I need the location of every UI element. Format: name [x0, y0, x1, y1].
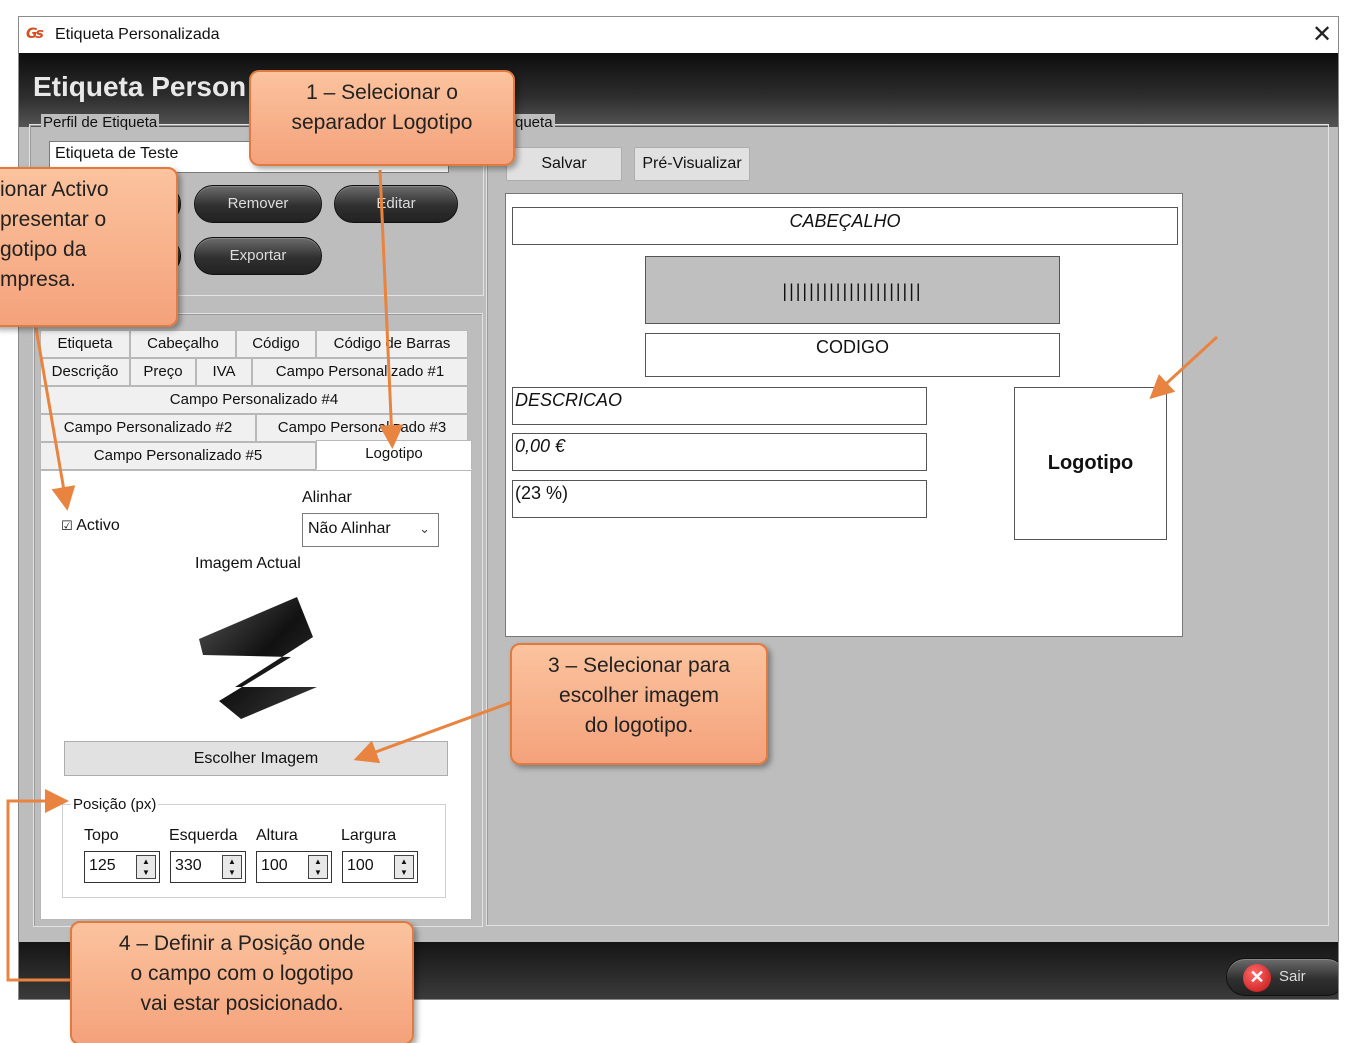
top-label: Topo	[84, 827, 119, 844]
app-window: Gs Etiqueta Personalizada ✕ Etiqueta Per…	[18, 16, 1339, 1000]
callout-3-line-2: escolher imagem	[559, 684, 719, 707]
active-checkbox[interactable]: ☑ Activo	[61, 517, 120, 535]
callout-4-line-3: vai estar posicionado.	[140, 992, 344, 1015]
callout-3-line-1: 3 – Selecionar para	[547, 654, 731, 677]
left-stepper[interactable]: 330 ▲ ▼	[170, 851, 246, 883]
label-group-label: queta	[513, 114, 555, 131]
callout-4-line-1: 4 – Definir a Posição onde	[118, 932, 366, 955]
callout-2-line-3: gotipo da	[0, 238, 87, 261]
edit-button[interactable]: Editar	[334, 185, 458, 223]
align-select[interactable]: Não Alinhar ⌄	[302, 513, 439, 547]
width-value: 100	[347, 857, 374, 874]
close-icon[interactable]: ✕	[1308, 21, 1336, 49]
top-stepper[interactable]: 125 ▲ ▼	[84, 851, 160, 883]
choose-image-button[interactable]: Escolher Imagem	[64, 741, 448, 776]
spin-arrows-icon[interactable]: ▲ ▼	[308, 855, 328, 879]
tab-campo-personalizado-1[interactable]: Campo Personalizado #1	[252, 358, 468, 386]
preview-barcode[interactable]: |||||||||||||||||||||	[645, 256, 1060, 324]
callout-2-line-2: presentar o	[0, 208, 107, 231]
current-image-label: Imagem Actual	[195, 555, 301, 572]
close-icon: ✕	[1243, 964, 1271, 992]
label-preview: CABEÇALHO ||||||||||||||||||||| CODIGO D…	[505, 193, 1183, 637]
position-group-label: Posição (px)	[71, 796, 159, 813]
align-select-value: Não Alinhar	[308, 520, 391, 537]
width-label: Largura	[341, 827, 397, 844]
checkbox-checked-icon: ☑	[61, 519, 73, 534]
callout-2: ionar Activo presentar o gotipo da mpres…	[0, 167, 178, 327]
save-button[interactable]: Salvar	[506, 147, 622, 181]
callout-2-line-1: ionar Activo	[0, 178, 109, 201]
tab-logotipo[interactable]: Logotipo	[316, 440, 472, 470]
preview-button[interactable]: Pré-Visualizar	[634, 147, 750, 181]
callout-4: 4 – Definir a Posição onde o campo com o…	[70, 921, 414, 1043]
preview-price[interactable]: 0,00 €	[512, 433, 927, 471]
tab-campo-personalizado-5[interactable]: Campo Personalizado #5	[40, 442, 316, 470]
callout-1-line-1: 1 – Selecionar o	[306, 81, 458, 104]
window-title: Etiqueta Personalizada	[55, 26, 220, 43]
preview-code[interactable]: CODIGO	[645, 333, 1060, 377]
preview-vat[interactable]: (23 %)	[512, 480, 927, 518]
current-logo-image	[199, 597, 317, 719]
callout-2-line-4: mpresa.	[0, 268, 76, 291]
height-label: Altura	[256, 827, 298, 844]
tab-campo-personalizado-3[interactable]: Campo Personalizado #3	[256, 414, 468, 442]
app-logo-icon: Gs	[26, 26, 44, 42]
tab-descricao[interactable]: Descrição	[40, 358, 130, 386]
tab-etiqueta[interactable]: Etiqueta	[40, 330, 130, 358]
left-label: Esquerda	[169, 827, 238, 844]
callout-1: 1 – Selecionar o separador Logotipo	[249, 70, 515, 166]
tab-codigo-de-barras[interactable]: Código de Barras	[316, 330, 468, 358]
remove-button[interactable]: Remover	[194, 185, 322, 223]
spin-arrows-icon[interactable]: ▲ ▼	[136, 855, 156, 879]
callout-3-line-3: do logotipo.	[584, 714, 694, 737]
exit-button[interactable]: ✕ Sair	[1226, 958, 1338, 996]
chevron-down-icon: ⌄	[419, 521, 430, 536]
exit-label: Sair	[1279, 968, 1306, 985]
height-value: 100	[261, 857, 288, 874]
tab-codigo[interactable]: Código	[236, 330, 316, 358]
callout-1-line-2: separador Logotipo	[291, 111, 473, 134]
tab-campo-personalizado-4[interactable]: Campo Personalizado #4	[40, 386, 468, 414]
tab-iva[interactable]: IVA	[196, 358, 252, 386]
active-checkbox-label: Activo	[76, 517, 120, 534]
title-bar: Gs Etiqueta Personalizada ✕	[19, 17, 1338, 53]
align-label: Alinhar	[302, 489, 352, 506]
preview-logo[interactable]: Logotipo	[1014, 387, 1167, 540]
profile-group-label: Perfil de Etiqueta	[41, 114, 160, 131]
spin-arrows-icon[interactable]: ▲ ▼	[394, 855, 414, 879]
callout-4-line-2: o campo com o logotipo	[130, 962, 354, 985]
tab-campo-personalizado-2[interactable]: Campo Personalizado #2	[40, 414, 256, 442]
callout-3: 3 – Selecionar para escolher imagem do l…	[510, 643, 768, 765]
height-stepper[interactable]: 100 ▲ ▼	[256, 851, 332, 883]
export-button[interactable]: Exportar	[194, 237, 322, 275]
preview-description[interactable]: DESCRICAO	[512, 387, 927, 425]
top-value: 125	[89, 857, 116, 874]
tab-cabecalho[interactable]: Cabeçalho	[130, 330, 236, 358]
preview-header[interactable]: CABEÇALHO	[512, 207, 1178, 245]
spin-arrows-icon[interactable]: ▲ ▼	[222, 855, 242, 879]
width-stepper[interactable]: 100 ▲ ▼	[342, 851, 418, 883]
left-value: 330	[175, 857, 202, 874]
tab-preco[interactable]: Preço	[130, 358, 196, 386]
page-title: Etiqueta Person	[33, 71, 247, 102]
